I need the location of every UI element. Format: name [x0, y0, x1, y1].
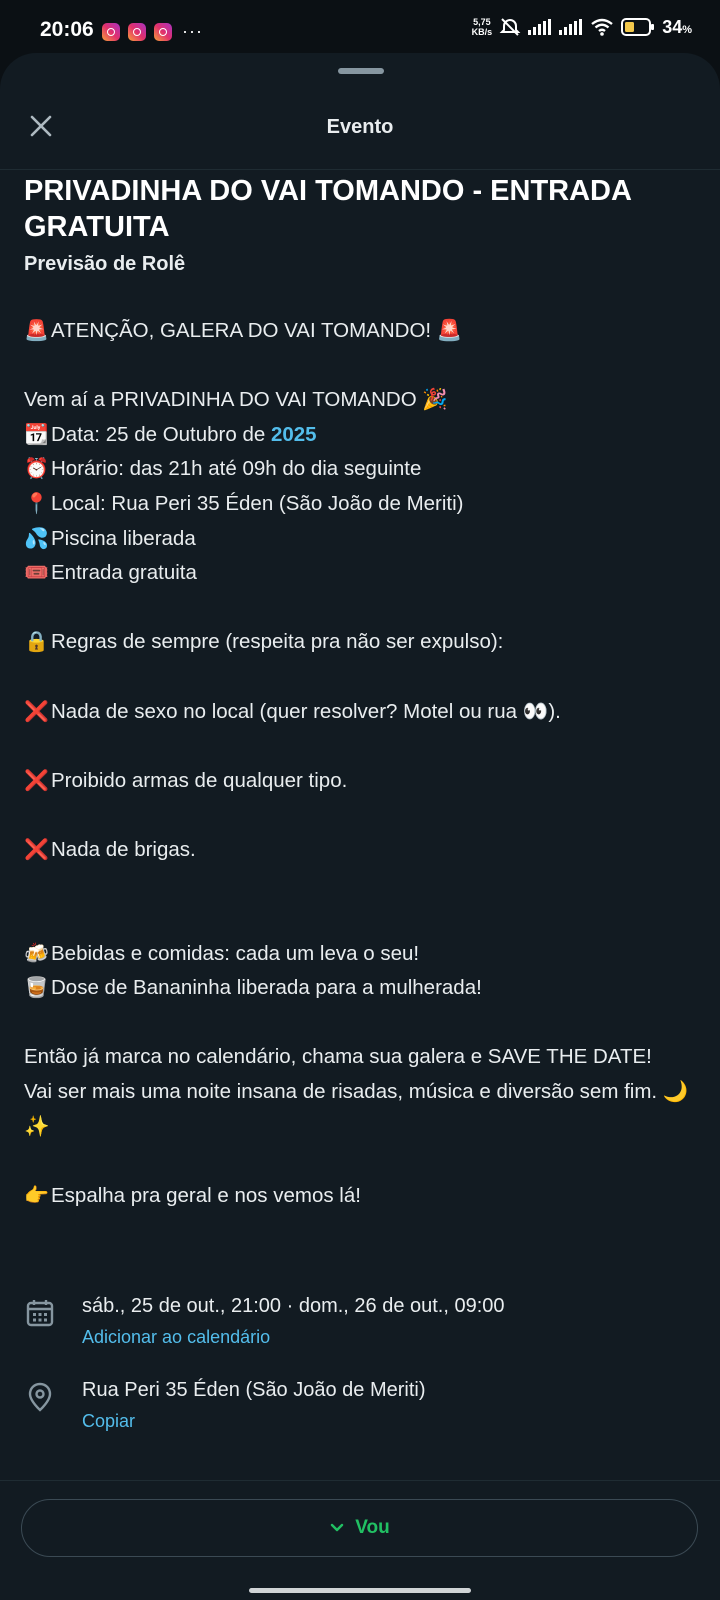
desc-blank	[24, 902, 704, 937]
sheet-drag-handle[interactable]	[338, 68, 384, 74]
date-year-link[interactable]: 2025	[271, 423, 317, 446]
desc-line-ticket: 🎟️ Entrada gratuita	[24, 556, 704, 591]
calendar-emoji-icon: 📆	[24, 423, 49, 446]
event-title: PRIVADINHA DO VAI TOMANDO - ENTRADA GRAT…	[24, 175, 631, 243]
desc-time-text: Horário: das 21h até 09h do dia seguinte	[51, 457, 422, 481]
ticket-icon: 🎟️	[24, 562, 49, 585]
event-datetime: sáb., 25 de out., 21:00 · dom., 26 de ou…	[82, 1295, 505, 1317]
home-indicator[interactable]	[249, 1588, 471, 1593]
desc-drinks-text: Bebidas e comidas: cada um leva o seu!	[51, 941, 420, 965]
desc-rule3-text: Nada de brigas.	[51, 837, 196, 861]
desc-blank	[24, 729, 704, 764]
desc-blank	[24, 349, 704, 384]
status-right: 5,75 KB/s 34%	[472, 16, 692, 38]
lock-icon: 🔒	[24, 631, 49, 654]
desc-line-date: 📆 Data: 25 de Outubro de 2025	[24, 418, 704, 453]
calendar-icon	[26, 1300, 54, 1327]
desc-attention-text: ATENÇÃO, GALERA DO VAI TOMANDO!	[51, 319, 432, 342]
add-to-calendar-link[interactable]: Adicionar ao calendário	[82, 1327, 270, 1348]
siren-icon: 🚨	[436, 319, 463, 342]
event-content: PRIVADINHA DO VAI TOMANDO - ENTRADA GRAT…	[24, 173, 704, 1213]
whisky-glass-icon: 🥃	[24, 977, 49, 1000]
battery-percent: 34%	[662, 17, 692, 38]
water-drops-icon: 💦	[24, 527, 49, 550]
desc-rule1-end: ).	[548, 699, 561, 723]
network-speed: 5,75 KB/s	[472, 17, 493, 37]
desc-date-text: Data: 25 de Outubro de	[51, 422, 266, 446]
desc-blank	[24, 591, 704, 626]
sheet-title: Evento	[326, 116, 394, 138]
notification-icons: ···	[102, 21, 203, 42]
chevron-down-icon	[331, 1523, 344, 1532]
location-pin-icon	[28, 1382, 52, 1412]
desc-blank	[24, 1144, 704, 1179]
cross-mark-icon: ❌	[24, 769, 49, 792]
beer-mugs-icon: 🍻	[24, 942, 49, 965]
instagram-icon	[128, 22, 146, 41]
desc-line-dose: 🥃 Dose de Bananinha liberada para a mulhe…	[24, 971, 704, 1006]
desc-intro-text: Vem aí a PRIVADINHA DO VAI TOMANDO	[24, 388, 417, 412]
desc-dose-text: Dose de Bananinha liberada para a mulher…	[51, 976, 482, 1000]
network-speed-unit: KB/s	[471, 27, 493, 37]
siren-icon: 🚨	[24, 320, 49, 342]
desc-line-place: 📍 Local: Rua Peri 35 Éden (São João de Me…	[24, 487, 704, 522]
event-address: Rua Peri 35 Éden (São João de Meriti)	[82, 1379, 426, 1401]
footer-divider	[0, 1480, 720, 1481]
pointing-hand-icon: 👉	[24, 1184, 49, 1207]
alarm-clock-icon: ⏰	[24, 458, 49, 481]
wifi-icon	[591, 18, 613, 36]
status-bar: 20:06 ··· 5,75 KB/s 34%	[0, 0, 720, 58]
rsvp-going-button[interactable]: Vou	[21, 1499, 698, 1557]
desc-line-share: 👉 Espalha pra geral e nos vemos lá!	[24, 1179, 704, 1214]
instagram-icon	[102, 22, 120, 41]
cross-mark-icon: ❌	[24, 700, 49, 723]
desc-rule1-text: Nada de sexo no local (quer resolver? Mo…	[51, 699, 518, 723]
rsvp-label: Vou	[355, 1517, 390, 1538]
desc-line-fun: Vai ser mais uma noite insana de risadas…	[24, 1075, 704, 1144]
desc-blank	[24, 798, 704, 833]
eyes-icon: 👀	[522, 699, 549, 723]
screen: 20:06 ··· 5,75 KB/s 34% Evento PRIVADINH…	[0, 0, 720, 1600]
desc-place-text: Local: Rua Peri 35 Éden (São João de Mer…	[51, 491, 464, 515]
desc-fun-text: Vai ser mais uma noite insana de risadas…	[24, 1080, 658, 1104]
desc-line-drinks: 🍻 Bebidas e comidas: cada um leva o seu!	[24, 937, 704, 972]
status-time: 20:06	[40, 18, 94, 41]
more-notifications-icon: ···	[182, 21, 203, 41]
header-divider	[0, 169, 720, 170]
copy-address-link[interactable]: Copiar	[82, 1411, 135, 1432]
desc-line-rules: 🔒 Regras de sempre (respeita pra não ser …	[24, 625, 704, 660]
desc-blank	[24, 660, 704, 695]
party-icon: 🎉	[422, 388, 448, 412]
battery-icon	[621, 18, 655, 36]
desc-line-pool: 💦 Piscina liberada	[24, 522, 704, 557]
event-description: 🚨 ATENÇÃO, GALERA DO VAI TOMANDO! 🚨 Vem a…	[24, 314, 704, 1213]
desc-line-attention: 🚨 ATENÇÃO, GALERA DO VAI TOMANDO! 🚨	[24, 314, 704, 349]
signal-icon	[528, 19, 552, 35]
pin-emoji-icon: 📍	[24, 492, 49, 515]
event-sheet: Evento PRIVADINHA DO VAI TOMANDO - ENTRA…	[0, 53, 720, 1600]
desc-line-time: ⏰ Horário: das 21h até 09h do dia seguint…	[24, 452, 704, 487]
signal-icon	[559, 19, 583, 35]
desc-ticket-text: Entrada gratuita	[51, 561, 197, 585]
desc-line-rule1: ❌ Nada de sexo no local (quer resolver? M…	[24, 695, 704, 730]
desc-share-text: Espalha pra geral e nos vemos lá!	[51, 1183, 361, 1207]
desc-line-rule2: ❌ Proibido armas de qualquer tipo.	[24, 764, 704, 799]
desc-rule2-text: Proibido armas de qualquer tipo.	[51, 768, 348, 792]
network-speed-value: 5,75	[473, 17, 491, 27]
desc-line-save: Então já marca no calendário, chama sua …	[24, 1045, 652, 1069]
instagram-icon	[154, 22, 172, 41]
desc-blank	[24, 868, 704, 903]
desc-line-intro: Vem aí a PRIVADINHA DO VAI TOMANDO 🎉	[24, 383, 704, 418]
desc-blank	[24, 1006, 704, 1041]
battery-percent-value: 34	[662, 16, 683, 37]
battery-percent-unit: %	[682, 23, 692, 36]
event-subtitle: Previsão de Rolê	[24, 253, 186, 275]
alarm-off-icon	[499, 18, 521, 36]
desc-line-rule3: ❌ Nada de brigas.	[24, 833, 704, 868]
desc-pool-text: Piscina liberada	[51, 526, 196, 550]
cross-mark-icon: ❌	[24, 838, 49, 861]
desc-rules-text: Regras de sempre (respeita pra não ser e…	[51, 630, 504, 654]
